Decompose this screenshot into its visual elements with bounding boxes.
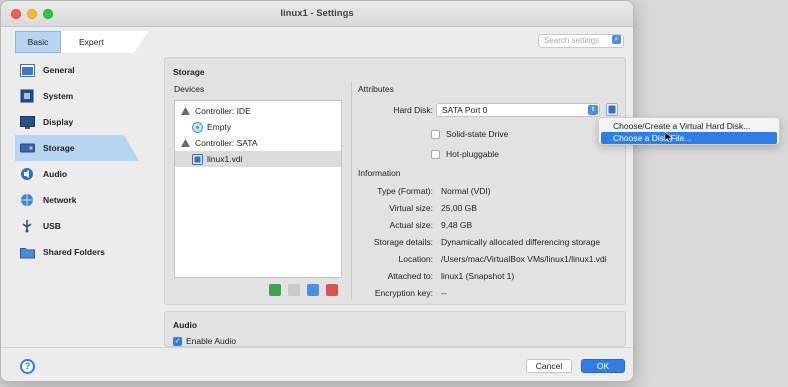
info-label: Storage details:: [373, 237, 433, 247]
checkbox-label: Hot-pluggable: [446, 149, 499, 159]
storage-pane: Storage Devices Controller: IDE Empty Co…: [164, 57, 626, 305]
sidebar-item-audio[interactable]: Audio: [15, 161, 139, 187]
info-label: Attached to:: [387, 271, 433, 281]
tree-row-label: linux1.vdi: [207, 154, 243, 164]
chevron-updown-icon: ⇕: [588, 105, 598, 115]
sidebar-item-display[interactable]: Display: [15, 109, 139, 135]
optical-disc-icon: [191, 121, 203, 133]
system-icon: [19, 88, 35, 104]
disk-choice-menu: Choose/Create a Virtual Hard Disk... Cho…: [598, 117, 780, 145]
info-value: 25,00 GB: [441, 203, 477, 213]
info-value: 9,48 GB: [441, 220, 473, 230]
devices-label: Devices: [174, 84, 205, 94]
add-attachment-icon[interactable]: [307, 284, 319, 296]
sidebar: General System Display Storage Audio Net…: [15, 57, 139, 265]
checkbox-label: Enable Audio: [186, 336, 237, 346]
hard-disk-select-value: SATA Port 0: [442, 105, 488, 115]
choose-disk-button[interactable]: [606, 103, 618, 116]
storage-icon: [19, 140, 35, 156]
audio-title: Audio: [173, 320, 198, 330]
tree-empty-drive[interactable]: Empty: [175, 119, 341, 135]
audio-pane: Audio ✓ Enable Audio: [164, 311, 626, 347]
info-label: Type (Format):: [377, 186, 433, 196]
info-value: Dynamically allocated differencing stora…: [441, 237, 601, 247]
help-button[interactable]: ?: [20, 359, 35, 374]
expert-mode-button[interactable]: Expert: [61, 31, 149, 53]
info-label: Location:: [398, 254, 434, 264]
tree-controller-ide[interactable]: Controller: IDE: [175, 103, 341, 119]
mode-switch: Basic Expert: [15, 31, 149, 53]
title-bar: linux1 - Settings: [1, 1, 633, 27]
sidebar-item-storage[interactable]: Storage: [15, 135, 139, 161]
sidebar-item-label: Display: [43, 117, 74, 127]
menu-item-choose-disk-file[interactable]: Choose a Disk File...: [601, 132, 777, 144]
remove-controller-icon[interactable]: [288, 284, 300, 296]
dialog-footer: ? Cancel OK: [1, 347, 633, 381]
info-value: --: [441, 288, 447, 298]
sidebar-item-label: USB: [43, 221, 61, 231]
attributes-title: Attributes: [358, 84, 394, 94]
sidebar-item-shared-folders[interactable]: Shared Folders: [15, 239, 139, 265]
solid-state-checkbox[interactable]: Solid-state Drive: [431, 129, 508, 139]
audio-icon: [19, 166, 35, 182]
network-icon: [19, 192, 35, 208]
hot-pluggable-checkbox[interactable]: Hot-pluggable: [431, 149, 499, 159]
settings-window: linux1 - Settings Basic Expert Search se…: [0, 0, 634, 382]
hard-disk-icon: [191, 153, 203, 165]
checkbox-box: [431, 129, 440, 139]
search-icon-holder: ⌕: [538, 34, 624, 48]
sidebar-item-label: General: [43, 65, 75, 75]
sidebar-item-label: Shared Folders: [43, 247, 105, 257]
add-controller-icon[interactable]: [269, 284, 281, 296]
sidebar-item-label: Audio: [43, 169, 68, 179]
general-icon: [19, 62, 35, 78]
window-title: linux1 - Settings: [280, 8, 354, 19]
sidebar-item-usb[interactable]: USB: [15, 213, 139, 239]
checkbox-box: [431, 149, 440, 159]
usb-icon: [19, 218, 35, 234]
info-label: Encryption key:: [374, 288, 433, 298]
hard-disk-select[interactable]: SATA Port 0 ⇕: [436, 103, 600, 117]
tree-row-label: Controller: SATA: [195, 138, 258, 148]
info-label: Actual size:: [389, 220, 433, 230]
sidebar-item-network[interactable]: Network: [15, 187, 139, 213]
checkbox-label: Solid-state Drive: [446, 129, 509, 139]
info-value: /Users/mac/VirtualBox VMs/linux1/linux1.…: [441, 254, 607, 264]
sidebar-item-system[interactable]: System: [15, 83, 139, 109]
info-value: Normal (VDI): [441, 186, 491, 196]
checkmark-icon: ✓: [173, 336, 182, 346]
shared-folders-icon: [19, 244, 35, 260]
tree-controller-sata[interactable]: Controller: SATA: [175, 135, 341, 151]
controller-sata-icon: [179, 137, 191, 149]
display-icon: [19, 114, 35, 130]
ok-button[interactable]: OK: [581, 359, 625, 373]
mouse-cursor-icon: [665, 132, 673, 142]
cancel-button[interactable]: Cancel: [526, 359, 572, 373]
sidebar-item-label: System: [43, 91, 74, 101]
tree-row-label: Controller: IDE: [195, 106, 251, 116]
sidebar-item-label: Storage: [43, 143, 75, 153]
storage-title: Storage: [173, 67, 205, 77]
tree-row-label: Empty: [207, 122, 232, 132]
hard-disk-label: Hard Disk:: [393, 105, 433, 115]
menu-item-choose-create-disk[interactable]: Choose/Create a Virtual Hard Disk...: [601, 120, 777, 132]
storage-tree: Controller: IDE Empty Controller: SATA l…: [174, 100, 342, 278]
information-title: Information: [358, 168, 401, 178]
info-value: linux1 (Snapshot 1): [441, 271, 515, 281]
search-icon: ⌕: [612, 35, 621, 44]
enable-audio-checkbox[interactable]: ✓ Enable Audio: [173, 336, 236, 346]
sidebar-item-general[interactable]: General: [15, 57, 139, 83]
basic-mode-button[interactable]: Basic: [15, 31, 61, 53]
hard-disk-icon: [608, 105, 616, 114]
info-label: Virtual size:: [389, 203, 433, 213]
sidebar-item-label: Network: [43, 195, 77, 205]
controller-ide-icon: [179, 105, 191, 117]
tree-linux1-vdi[interactable]: linux1.vdi: [175, 151, 341, 167]
